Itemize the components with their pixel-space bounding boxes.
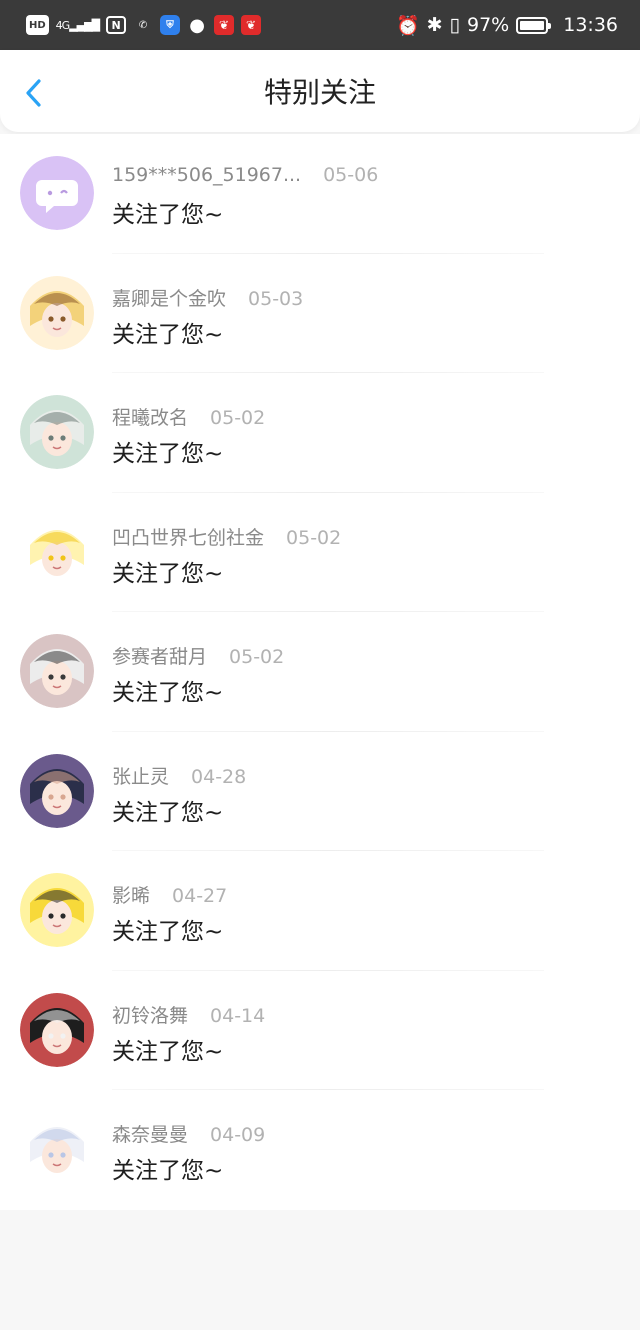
list-item[interactable]: 初铃洛舞 04-14 关注了您~ bbox=[0, 971, 640, 1090]
user-name[interactable]: 参赛者甜月 bbox=[112, 642, 207, 669]
follow-list: 159***506_51967... 05-06 关注了您~ 嘉卿是个金吹 05-03 关… bbox=[0, 134, 640, 1210]
page-header: 特别关注 bbox=[0, 50, 640, 132]
alarm-icon: ⏰ bbox=[395, 14, 420, 37]
user-name[interactable]: 张止灵 bbox=[112, 762, 169, 789]
follow-message: 关注了您~ bbox=[112, 919, 224, 945]
follow-message: 关注了您~ bbox=[112, 1158, 224, 1184]
user-avatar[interactable] bbox=[20, 275, 94, 350]
follow-date: 05-02 bbox=[286, 526, 342, 549]
status-bar: HD 4G▂▄▆█ N ✆ ⛨ ● ❦ ❦ ⏰ ✱ ▯ 97% 13:36 bbox=[0, 0, 640, 50]
list-item[interactable]: 张止灵 04-28 关注了您~ bbox=[0, 732, 640, 851]
user-avatar[interactable] bbox=[20, 514, 94, 589]
4g-signal-icon: 4G▂▄▆█ bbox=[55, 18, 100, 32]
list-item[interactable]: 参赛者甜月 05-02 关注了您~ bbox=[0, 612, 640, 732]
follow-message: 关注了您~ bbox=[112, 321, 224, 348]
list-item[interactable]: 程曦改名 05-02 关注了您~ bbox=[0, 373, 640, 493]
user-avatar[interactable] bbox=[20, 873, 94, 947]
follow-date: 04-27 bbox=[172, 885, 228, 907]
hd-icon: HD bbox=[26, 15, 49, 35]
vibrate-icon: ▯ bbox=[449, 14, 460, 36]
item-meta: 程曦改名 05-02 bbox=[112, 403, 265, 430]
missed-call-icon: ✆ bbox=[138, 19, 148, 31]
list-item[interactable]: 嘉卿是个金吹 05-03 关注了您~ bbox=[0, 254, 640, 373]
follow-message: 关注了您~ bbox=[112, 680, 224, 706]
follow-date: 05-02 bbox=[210, 407, 266, 429]
chat-icon: ● bbox=[189, 14, 205, 36]
follow-message: 关注了您~ bbox=[112, 560, 224, 587]
app-notification-icon: ❦ bbox=[241, 15, 262, 35]
list-item[interactable]: 森奈曼曼 04-09 关注了您~ bbox=[0, 1090, 640, 1210]
shield-icon: ⛨ bbox=[160, 15, 181, 35]
follow-date: 05-02 bbox=[229, 646, 285, 668]
user-name[interactable]: 初铃洛舞 bbox=[112, 1001, 188, 1028]
user-name[interactable]: 凹凸世界七创社金 bbox=[112, 523, 264, 550]
clock: 13:36 bbox=[563, 14, 618, 36]
item-meta: 影晞 04-27 bbox=[112, 881, 227, 908]
user-avatar[interactable] bbox=[20, 634, 94, 708]
follow-message: 关注了您~ bbox=[112, 799, 224, 826]
item-meta: 凹凸世界七创社金 05-02 bbox=[112, 523, 341, 550]
battery-percent: 97% bbox=[467, 14, 510, 36]
follow-date: 04-14 bbox=[210, 1004, 266, 1027]
user-avatar[interactable] bbox=[20, 992, 94, 1067]
user-name[interactable]: 程曦改名 bbox=[112, 403, 188, 430]
item-meta: 嘉卿是个金吹 05-03 bbox=[112, 284, 303, 311]
app-notification-icon: ❦ bbox=[214, 15, 235, 35]
list-item[interactable]: 159***506_51967... 05-06 关注了您~ bbox=[0, 134, 640, 254]
user-avatar[interactable] bbox=[20, 395, 94, 469]
item-meta: 159***506_51967... 05-06 bbox=[112, 164, 378, 186]
status-bar-left: HD 4G▂▄▆█ N ✆ ⛨ ● ❦ ❦ bbox=[26, 14, 262, 36]
follow-date: 04-28 bbox=[191, 765, 247, 788]
user-name[interactable]: 影晞 bbox=[112, 881, 150, 908]
nfc-icon: N bbox=[106, 16, 127, 34]
follow-message: 关注了您~ bbox=[112, 441, 224, 467]
item-meta: 张止灵 04-28 bbox=[112, 762, 246, 789]
item-meta: 初铃洛舞 04-14 bbox=[112, 1001, 265, 1028]
battery-icon bbox=[516, 16, 552, 34]
user-name[interactable]: 159***506_51967... bbox=[112, 164, 301, 186]
bluetooth-icon: ✱ bbox=[426, 14, 443, 36]
status-bar-right: ⏰ ✱ ▯ 97% 13:36 bbox=[396, 14, 618, 37]
user-avatar[interactable] bbox=[20, 753, 94, 828]
list-item[interactable]: 凹凸世界七创社金 05-02 关注了您~ bbox=[0, 493, 640, 612]
item-meta: 参赛者甜月 05-02 bbox=[112, 642, 284, 669]
follow-date: 05-03 bbox=[248, 287, 304, 310]
follow-message: 关注了您~ bbox=[112, 202, 224, 228]
user-name[interactable]: 森奈曼曼 bbox=[112, 1120, 188, 1147]
user-avatar[interactable] bbox=[20, 156, 94, 230]
item-meta: 森奈曼曼 04-09 bbox=[112, 1120, 265, 1147]
page-title: 特别关注 bbox=[263, 76, 376, 109]
back-arrow-icon[interactable] bbox=[22, 78, 48, 108]
follow-message: 关注了您~ bbox=[112, 1038, 224, 1065]
follow-date: 05-06 bbox=[323, 164, 379, 186]
follow-date: 04-09 bbox=[210, 1124, 266, 1146]
user-name[interactable]: 嘉卿是个金吹 bbox=[112, 284, 226, 311]
user-avatar[interactable] bbox=[20, 1112, 94, 1186]
list-item[interactable]: 影晞 04-27 关注了您~ bbox=[0, 851, 640, 971]
